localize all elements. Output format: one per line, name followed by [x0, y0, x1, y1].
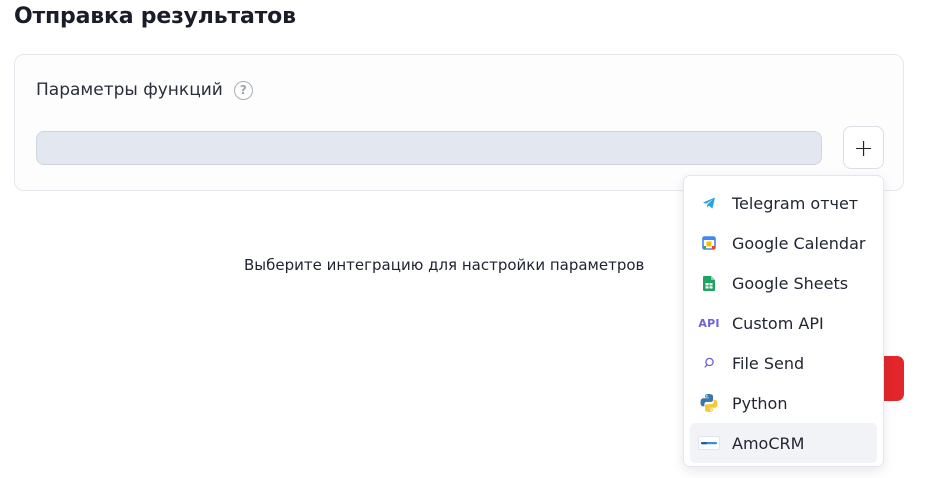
function-params-label-text: Параметры функций	[36, 80, 223, 100]
integration-hint: Выберите интеграцию для настройки параме…	[244, 256, 645, 274]
menu-item-python[interactable]: Python	[690, 383, 877, 423]
menu-item-label: AmoCRM	[732, 433, 805, 453]
menu-item-file-send[interactable]: File Send	[690, 343, 877, 383]
google-calendar-icon	[698, 232, 720, 254]
menu-item-google-calendar[interactable]: Google Calendar	[690, 223, 877, 263]
api-icon: API	[698, 312, 720, 334]
python-icon	[698, 392, 720, 414]
menu-item-google-sheets[interactable]: Google Sheets	[690, 263, 877, 303]
page: Отправка результатов Параметры функций ?…	[0, 0, 938, 478]
telegram-icon	[698, 192, 720, 214]
menu-item-label: Telegram отчет	[732, 193, 859, 213]
menu-item-label: Google Calendar	[732, 233, 866, 253]
function-params-card: Параметры функций ? +	[14, 54, 904, 191]
menu-item-label: Python	[732, 393, 788, 413]
amocrm-icon	[698, 432, 720, 454]
google-sheets-icon	[698, 272, 720, 294]
function-select[interactable]	[36, 131, 822, 165]
menu-item-amocrm[interactable]: AmoCRM	[690, 423, 877, 463]
menu-item-label: Google Sheets	[732, 273, 849, 293]
menu-item-label: File Send	[732, 353, 805, 373]
section-title: Отправка результатов	[14, 4, 296, 29]
file-send-icon	[698, 352, 720, 374]
add-function-button[interactable]: +	[843, 126, 884, 169]
menu-item-custom-api[interactable]: API Custom API	[690, 303, 877, 343]
help-icon[interactable]: ?	[233, 80, 253, 100]
api-icon-text: API	[698, 316, 720, 330]
menu-item-telegram[interactable]: Telegram отчет	[690, 183, 877, 223]
function-params-label: Параметры функций ?	[36, 80, 253, 100]
integration-dropdown: Telegram отчет Google Calendar Google Sh…	[683, 175, 884, 467]
menu-item-label: Custom API	[732, 313, 824, 333]
